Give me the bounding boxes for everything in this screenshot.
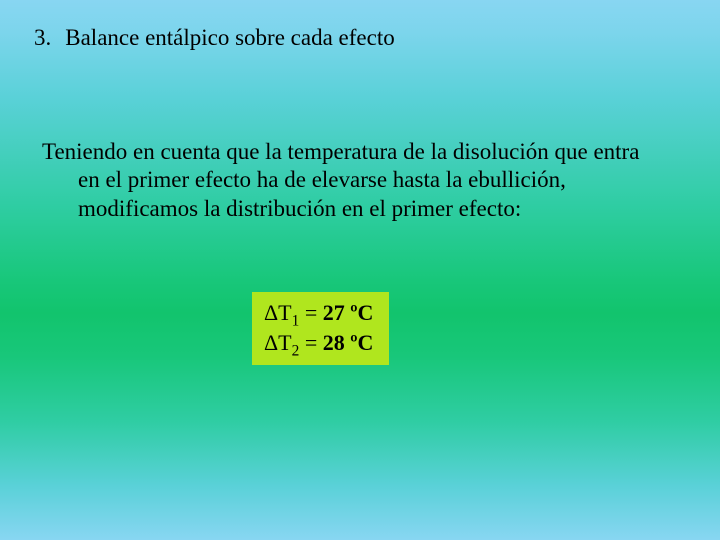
unit: ºC bbox=[345, 330, 374, 355]
delta-symbol: Δ bbox=[264, 330, 278, 355]
equals: = bbox=[299, 300, 322, 325]
intro-paragraph: Teniendo en cuenta que la temperatura de… bbox=[42, 138, 642, 224]
delta-symbol: Δ bbox=[264, 300, 278, 325]
heading-text: Balance entálpico sobre cada efecto bbox=[65, 24, 394, 52]
paragraph-text: Teniendo en cuenta que la temperatura de… bbox=[42, 138, 642, 224]
unit: ºC bbox=[345, 300, 374, 325]
heading-number: 3. bbox=[34, 24, 51, 52]
section-heading: 3. Balance entálpico sobre cada efecto bbox=[34, 24, 692, 52]
equals: = bbox=[299, 330, 322, 355]
equation-row-2: ΔT2 = 28 ºC bbox=[264, 328, 373, 358]
equation-box: ΔT1 = 27 ºC ΔT2 = 28 ºC bbox=[252, 292, 389, 365]
var-symbol: T bbox=[278, 330, 291, 355]
value: 27 bbox=[323, 300, 345, 325]
slide: 3. Balance entálpico sobre cada efecto T… bbox=[0, 0, 720, 540]
equation-row-1: ΔT1 = 27 ºC bbox=[264, 298, 373, 328]
value: 28 bbox=[323, 330, 345, 355]
var-symbol: T bbox=[278, 300, 291, 325]
